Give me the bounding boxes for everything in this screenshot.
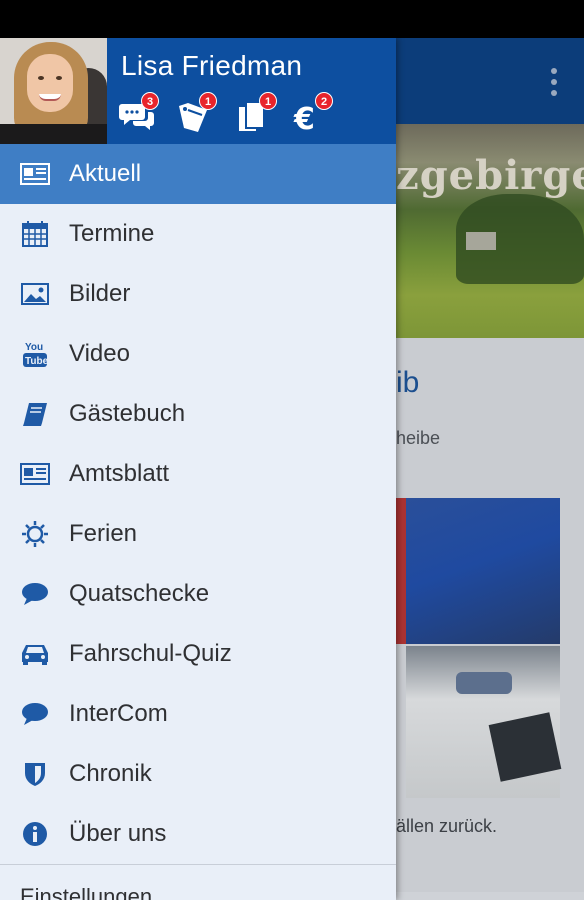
- menu-item-quatschecke[interactable]: Quatschecke: [0, 564, 396, 624]
- menu-item-label: Gästebuch: [69, 400, 186, 427]
- overflow-menu-icon[interactable]: [550, 68, 558, 96]
- hero-image: zgebirge: [396, 124, 584, 338]
- menu-item-ueber-uns[interactable]: Über uns: [0, 804, 396, 864]
- shield-icon: [20, 759, 50, 789]
- menu-item-label: Chronik: [69, 760, 152, 787]
- book-icon: [20, 399, 50, 429]
- menu-item-label: Fahrschul-Quiz: [69, 640, 232, 667]
- profile-header: Lisa Friedman 3 1 1 € 2: [0, 38, 396, 144]
- sun-icon: [20, 519, 50, 549]
- youtube-icon: You Tube: [20, 339, 50, 369]
- menu-item-termine[interactable]: Termine: [0, 204, 396, 264]
- image-icon: [20, 279, 50, 309]
- speech-bubble-icon: [20, 699, 50, 729]
- menu-divider: [0, 864, 396, 865]
- calendar-icon: [20, 219, 50, 249]
- messages-badge[interactable]: 3: [118, 92, 159, 136]
- menu-item-label: Quatschecke: [69, 580, 210, 607]
- menu-item-label: Ferien: [69, 520, 138, 547]
- payments-badge[interactable]: € 2: [292, 92, 333, 136]
- photo-car: [456, 672, 512, 694]
- hero-title: zgebirge: [396, 152, 584, 199]
- hero-house: [466, 232, 496, 250]
- menu-item-ferien[interactable]: Ferien: [0, 504, 396, 564]
- menu-item-aktuell[interactable]: Aktuell: [0, 144, 396, 204]
- menu-item-gaestebuch[interactable]: Gästebuch: [0, 384, 396, 444]
- news-subtitle: heibe: [396, 428, 441, 448]
- settings-item[interactable]: Einstellungen: [20, 884, 152, 900]
- menu-item-label: InterCom: [69, 700, 168, 727]
- info-icon: [20, 819, 50, 849]
- navigation-drawer: Lisa Friedman 3 1 1 € 2 Aktuell Termine …: [0, 38, 396, 900]
- menu-item-video[interactable]: You Tube Video: [0, 324, 396, 384]
- news-caption: ällen zurück.: [396, 816, 498, 836]
- badge-count: 1: [259, 92, 277, 110]
- menu-item-label: Aktuell: [69, 160, 142, 187]
- menu-item-label: Video: [69, 340, 130, 367]
- avatar[interactable]: [0, 38, 107, 144]
- badge-count: 2: [315, 92, 333, 110]
- menu-item-label: Über uns: [69, 820, 167, 847]
- menu-item-label: Termine: [69, 220, 155, 247]
- menu-item-fahrschul-quiz[interactable]: Fahrschul-Quiz: [0, 624, 396, 684]
- badge-count: 1: [199, 92, 217, 110]
- car-icon: [20, 639, 50, 669]
- menu-item-bilder[interactable]: Bilder: [0, 264, 396, 324]
- drawer-menu: Aktuell Termine Bilder You Tube Video Gäs…: [0, 144, 396, 864]
- offers-badge[interactable]: 1: [176, 92, 217, 136]
- news-photo-edge: [396, 498, 406, 644]
- menu-item-amtsblatt[interactable]: Amtsblatt: [0, 444, 396, 504]
- news-headline[interactable]: ib: [396, 366, 419, 400]
- news-photo-truck: [406, 498, 560, 644]
- menu-item-intercom[interactable]: InterCom: [0, 684, 396, 744]
- newspaper-icon: [20, 459, 50, 489]
- menu-item-label: Bilder: [69, 280, 131, 307]
- speech-bubble-icon: [20, 579, 50, 609]
- badge-count: 3: [141, 92, 159, 110]
- menu-item-chronik[interactable]: Chronik: [0, 744, 396, 804]
- documents-badge[interactable]: 1: [236, 92, 277, 136]
- svg-text:Tube: Tube: [25, 356, 48, 367]
- status-bar: [0, 0, 584, 38]
- user-name: Lisa Friedman: [121, 50, 303, 81]
- next-news-card[interactable]: [396, 892, 584, 900]
- svg-text:You: You: [25, 342, 43, 353]
- svg-text:€: €: [293, 102, 315, 134]
- menu-item-label: Amtsblatt: [69, 460, 170, 487]
- newspaper-icon: [20, 159, 50, 189]
